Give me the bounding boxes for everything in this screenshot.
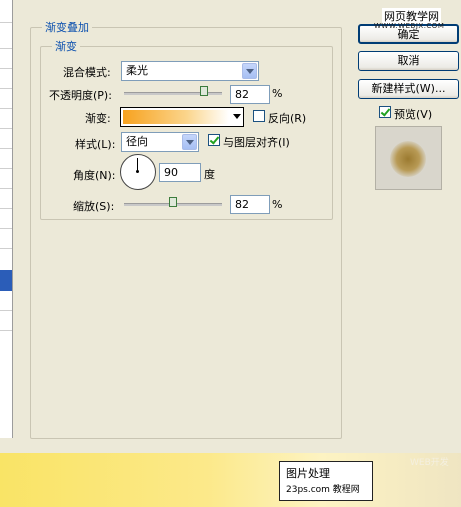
- watermark-box-line1: 图片处理: [286, 467, 330, 480]
- chevron-down-icon[interactable]: [233, 114, 241, 119]
- align-with-layer-checkbox[interactable]: [208, 134, 220, 146]
- gradient-picker[interactable]: [120, 107, 244, 127]
- list-row[interactable]: [0, 248, 12, 249]
- scale-unit: %: [272, 198, 283, 211]
- gradient-label: 渐变:: [85, 112, 111, 125]
- chevron-down-icon[interactable]: [242, 63, 257, 79]
- list-row[interactable]: [0, 108, 12, 109]
- scale-label: 缩放(S):: [73, 200, 115, 213]
- opacity-label: 不透明度(P):: [49, 89, 112, 102]
- angle-unit: 度: [204, 168, 215, 181]
- layer-style-list[interactable]: [0, 0, 13, 438]
- align-with-layer-label[interactable]: 与图层对齐(I): [223, 134, 290, 150]
- style-preview-thumbnail: [375, 126, 442, 190]
- cancel-button[interactable]: 取消: [358, 51, 459, 71]
- scale-slider-thumb[interactable]: [169, 197, 177, 207]
- watermark-box: 图片处理 23ps.com 教程网: [279, 461, 373, 501]
- list-row[interactable]: [0, 148, 12, 149]
- list-row[interactable]: [0, 188, 12, 189]
- list-row[interactable]: [0, 228, 12, 229]
- list-row[interactable]: [0, 88, 12, 89]
- list-row-selected[interactable]: [0, 270, 12, 291]
- gradient-overlay-title: 渐变叠加: [42, 19, 92, 35]
- list-row[interactable]: [0, 310, 12, 311]
- scale-field[interactable]: 82: [230, 195, 270, 214]
- reverse-label[interactable]: 反向(R): [268, 110, 306, 126]
- reverse-checkbox[interactable]: [253, 110, 265, 122]
- list-row[interactable]: [0, 208, 12, 209]
- angle-field[interactable]: 90: [159, 163, 201, 182]
- blend-mode-value: 柔光: [126, 64, 148, 77]
- list-row[interactable]: [0, 128, 12, 129]
- preview-swatch: [390, 141, 426, 177]
- preview-label[interactable]: 预览(V): [394, 106, 432, 122]
- angle-label: 角度(N):: [73, 169, 116, 182]
- watermark-box-line2: 23ps.com 教程网: [286, 485, 360, 495]
- list-row[interactable]: [0, 168, 12, 169]
- opacity-field[interactable]: 82: [230, 85, 270, 104]
- style-value: 径向: [126, 135, 148, 148]
- gradient-swatch[interactable]: [123, 110, 229, 124]
- watermark-webdev: WEB开发: [410, 458, 449, 468]
- canvas-strip: [0, 453, 461, 507]
- chevron-down-icon[interactable]: [182, 134, 197, 150]
- angle-dial-center: [136, 170, 139, 173]
- gradient-group-title: 渐变: [52, 38, 80, 54]
- preview-checkbox[interactable]: [379, 106, 391, 118]
- list-row[interactable]: [0, 68, 12, 69]
- blend-mode-label: 混合模式:: [63, 66, 111, 79]
- list-row[interactable]: [0, 330, 12, 331]
- angle-dial[interactable]: [120, 154, 156, 190]
- style-label: 样式(L):: [75, 138, 116, 151]
- opacity-unit: %: [272, 87, 283, 100]
- list-row[interactable]: [0, 22, 12, 23]
- opacity-slider-thumb[interactable]: [200, 86, 209, 96]
- list-row[interactable]: [0, 48, 12, 49]
- watermark-url: WWW.WEBJX.COM: [374, 22, 445, 30]
- style-select[interactable]: 径向: [121, 132, 199, 152]
- new-style-button[interactable]: 新建样式(W)...: [358, 79, 459, 99]
- blend-mode-select[interactable]: 柔光: [121, 61, 259, 81]
